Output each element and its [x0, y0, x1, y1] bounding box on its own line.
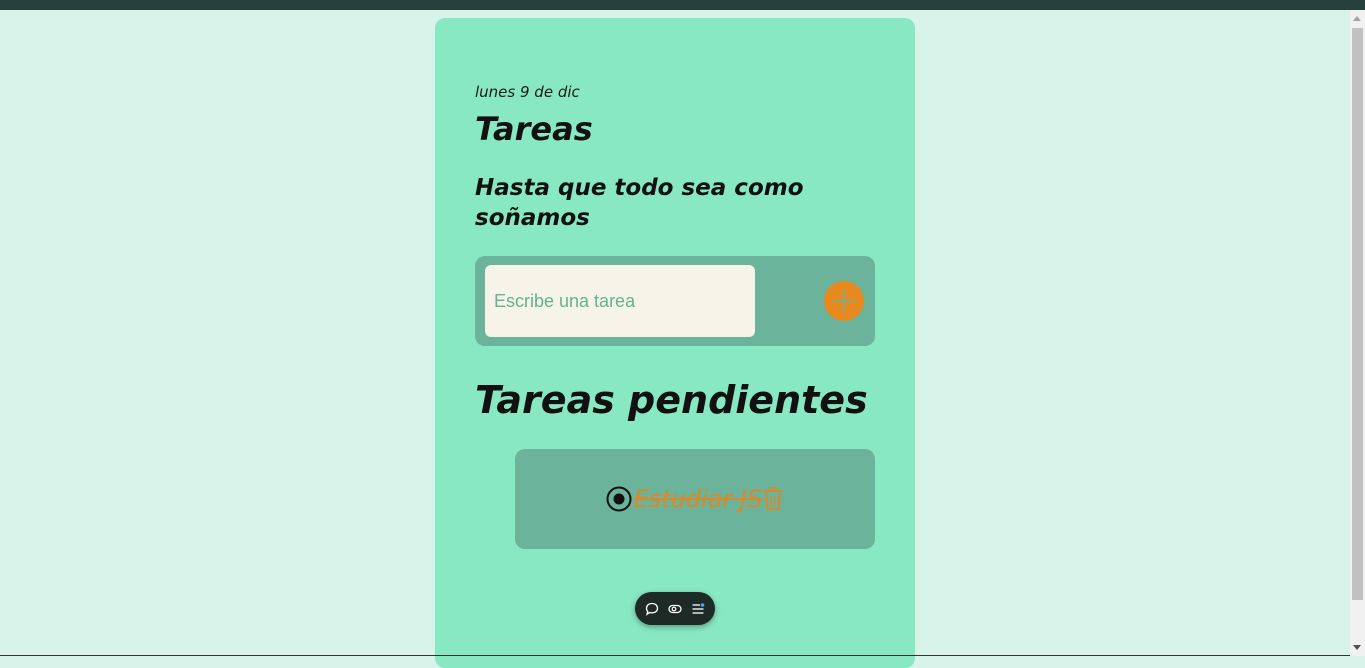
add-task-button[interactable] [824, 281, 864, 321]
vertical-scrollbar[interactable] [1350, 10, 1365, 656]
trash-icon[interactable] [762, 487, 784, 511]
eye-icon[interactable] [667, 601, 683, 617]
task-input[interactable] [485, 265, 755, 337]
current-date: lunes 9 de dic [475, 83, 580, 101]
comment-icon[interactable] [644, 601, 660, 617]
browser-top-bar [0, 0, 1365, 10]
pending-title: Tareas pendientes [475, 378, 868, 422]
scrollbar-thumb[interactable] [1352, 28, 1363, 600]
list-settings-icon[interactable] [690, 601, 706, 617]
task-text[interactable]: Estudiar JS [634, 485, 763, 513]
page-title: Tareas [475, 110, 593, 148]
task-form [475, 256, 875, 346]
scroll-up-icon[interactable] [1353, 16, 1361, 21]
plus-icon [824, 281, 864, 321]
todo-card: lunes 9 de dic Tareas Hasta que todo sea… [435, 18, 915, 668]
scroll-down-icon[interactable] [1353, 645, 1361, 650]
page-subtitle: Hasta que todo sea como soñamos [475, 173, 835, 233]
radio-checked-icon[interactable] [606, 486, 632, 512]
task-item: Estudiar JS [515, 449, 875, 549]
floating-toolbar [635, 592, 715, 625]
